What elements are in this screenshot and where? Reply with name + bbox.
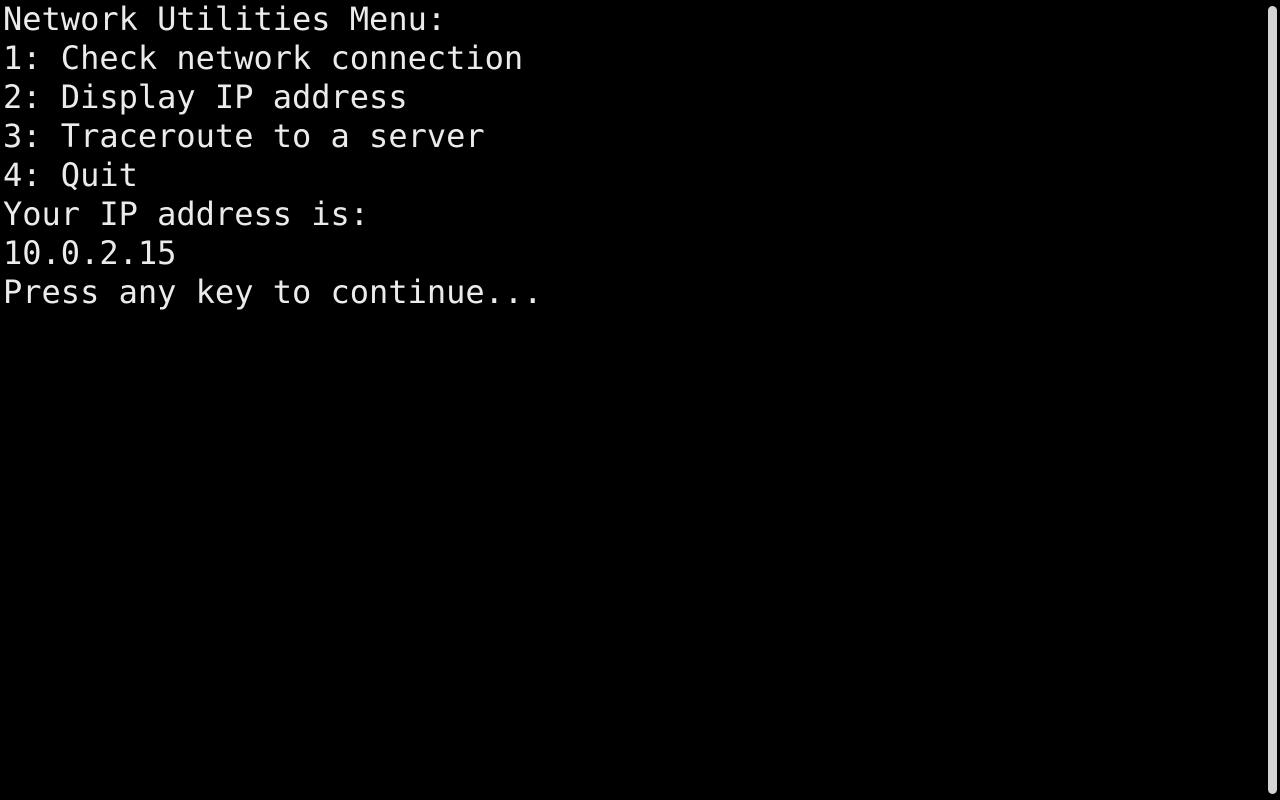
scrollbar-thumb[interactable] bbox=[1268, 6, 1277, 794]
continue-prompt: Press any key to continue... bbox=[3, 273, 543, 311]
menu-option-traceroute: 3: Traceroute to a server bbox=[3, 117, 485, 155]
terminal-output[interactable]: Network Utilities Menu: 1: Check network… bbox=[3, 0, 1263, 800]
menu-option-check-connection: 1: Check network connection bbox=[3, 39, 524, 77]
menu-title: Network Utilities Menu: bbox=[3, 0, 447, 38]
menu-option-quit: 4: Quit bbox=[3, 156, 138, 194]
ip-address-value: 10.0.2.15 bbox=[3, 234, 177, 272]
ip-address-label: Your IP address is: bbox=[3, 195, 370, 233]
vertical-scrollbar[interactable] bbox=[1265, 0, 1280, 800]
terminal-window[interactable]: Network Utilities Menu: 1: Check network… bbox=[0, 0, 1280, 800]
menu-option-display-ip: 2: Display IP address bbox=[3, 78, 408, 116]
